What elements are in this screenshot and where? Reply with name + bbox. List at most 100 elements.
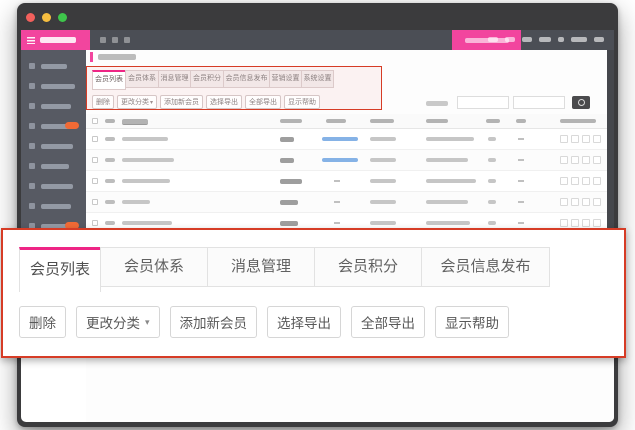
sidebar-item[interactable] xyxy=(21,136,86,156)
row-checkbox[interactable] xyxy=(92,157,98,163)
row-action-button[interactable] xyxy=(593,177,601,185)
nav-menu-item[interactable] xyxy=(505,37,515,42)
cell-link[interactable] xyxy=(322,158,358,162)
search-label xyxy=(426,101,448,106)
home-icon[interactable] xyxy=(100,37,106,43)
row-action-button[interactable] xyxy=(571,156,579,164)
sidebar-item[interactable] xyxy=(21,216,86,228)
search-button[interactable] xyxy=(572,96,590,109)
app-logo[interactable] xyxy=(21,30,90,50)
link-icon[interactable] xyxy=(124,37,130,43)
close-button[interactable] xyxy=(26,13,35,22)
row-action-button[interactable] xyxy=(560,156,568,164)
table-row[interactable] xyxy=(86,171,607,192)
maximize-button[interactable] xyxy=(58,13,67,22)
table-row[interactable] xyxy=(86,192,607,213)
row-action-button[interactable] xyxy=(571,198,579,206)
member-tab[interactable]: 会员信息发布 xyxy=(421,247,550,287)
row-checkbox[interactable] xyxy=(92,136,98,142)
row-action-button[interactable] xyxy=(571,219,579,227)
table-row[interactable] xyxy=(86,129,607,150)
nav-menu-item[interactable] xyxy=(488,37,498,42)
toolbar-button-small[interactable]: 添加新会员 xyxy=(160,95,203,109)
row-checkbox[interactable] xyxy=(92,199,98,205)
row-action-button[interactable] xyxy=(560,177,568,185)
toolbar-button[interactable]: 选择导出 xyxy=(267,306,341,338)
row-action-button[interactable] xyxy=(582,219,590,227)
row-action-button[interactable] xyxy=(593,156,601,164)
search-input[interactable] xyxy=(513,96,565,109)
sidebar-item-label xyxy=(41,164,69,169)
cell-id xyxy=(105,200,115,204)
refresh-icon[interactable] xyxy=(112,37,118,43)
member-tab-small[interactable]: 系统设置 xyxy=(301,70,334,88)
member-tab[interactable]: 会员体系 xyxy=(100,247,208,287)
toolbar-button-small[interactable]: 选择导出 xyxy=(206,95,242,109)
toolbar-button[interactable]: 删除 xyxy=(19,306,66,338)
toolbar-button-small[interactable]: 显示帮助 xyxy=(284,95,320,109)
row-action-button[interactable] xyxy=(582,156,590,164)
cell-date xyxy=(370,158,396,162)
sidebar-item-label xyxy=(41,144,73,149)
scrollbar[interactable] xyxy=(607,50,614,250)
table-row[interactable] xyxy=(86,150,607,171)
sidebar-item[interactable] xyxy=(21,116,86,136)
member-tab-small[interactable]: 消息管理 xyxy=(158,70,191,88)
row-action-button[interactable] xyxy=(560,198,568,206)
sidebar-item[interactable] xyxy=(21,96,86,116)
row-action-button[interactable] xyxy=(582,177,590,185)
row-action-button[interactable] xyxy=(560,135,568,143)
toolbar-button[interactable]: 更改分类▾ xyxy=(76,306,160,338)
cell-empty xyxy=(518,222,524,224)
row-checkbox[interactable] xyxy=(92,220,98,226)
cell-empty xyxy=(334,201,340,203)
toolbar-button[interactable]: 显示帮助 xyxy=(435,306,509,338)
row-action-button[interactable] xyxy=(593,135,601,143)
nav-menu-item[interactable] xyxy=(594,37,604,42)
row-action-button[interactable] xyxy=(593,198,601,206)
toolbar-button[interactable]: 全部导出 xyxy=(351,306,425,338)
browser-window: 会员列表会员体系消息管理会员积分会员信息发布营销设置系统设置 删除更改分类▾添加… xyxy=(17,3,618,427)
cell-empty xyxy=(518,138,524,140)
search-category-select[interactable] xyxy=(457,96,509,109)
sidebar-item[interactable] xyxy=(21,156,86,176)
member-tab-small[interactable]: 会员列表 xyxy=(92,70,126,90)
select-all-checkbox[interactable] xyxy=(92,118,98,124)
member-tab-small[interactable]: 营销设置 xyxy=(269,70,302,88)
member-tab-small[interactable]: 会员信息发布 xyxy=(223,70,270,88)
nav-menu-item[interactable] xyxy=(539,37,551,42)
cell-id xyxy=(105,158,115,162)
cell-username xyxy=(122,137,168,141)
nav-menu xyxy=(488,37,604,42)
minimize-button[interactable] xyxy=(42,13,51,22)
sidebar-item[interactable] xyxy=(21,56,86,76)
nav-menu-item[interactable] xyxy=(571,37,587,42)
toolbar-button[interactable]: 添加新会员 xyxy=(170,306,258,338)
row-action-button[interactable] xyxy=(582,198,590,206)
sidebar-item[interactable] xyxy=(21,176,86,196)
sidebar-item[interactable] xyxy=(21,76,86,96)
toolbar-button-label: 删除 xyxy=(29,312,56,332)
row-action-button[interactable] xyxy=(593,219,601,227)
row-checkbox[interactable] xyxy=(92,178,98,184)
member-tab[interactable]: 消息管理 xyxy=(207,247,315,287)
member-tab-small[interactable]: 会员体系 xyxy=(125,70,159,88)
sidebar-item-icon xyxy=(29,163,35,169)
row-action-button[interactable] xyxy=(571,177,579,185)
toolbar-button-small[interactable]: 删除 xyxy=(92,95,114,109)
row-action-button[interactable] xyxy=(571,135,579,143)
member-tab-small[interactable]: 会员积分 xyxy=(190,70,224,88)
toolbar-button-small[interactable]: 更改分类▾ xyxy=(117,95,157,109)
member-tab[interactable]: 会员列表 xyxy=(19,247,101,292)
nav-menu-item[interactable] xyxy=(522,37,532,42)
member-tab[interactable]: 会员积分 xyxy=(314,247,422,287)
cell-link[interactable] xyxy=(322,137,358,141)
cell-id xyxy=(105,179,115,183)
nav-menu-item[interactable] xyxy=(558,37,564,42)
toolbar-button-small[interactable]: 全部导出 xyxy=(245,95,281,109)
row-action-button[interactable] xyxy=(582,135,590,143)
row-action-button[interactable] xyxy=(560,219,568,227)
sidebar-item[interactable] xyxy=(21,196,86,216)
sidebar-item-label xyxy=(41,64,67,69)
cell-empty xyxy=(334,180,340,182)
